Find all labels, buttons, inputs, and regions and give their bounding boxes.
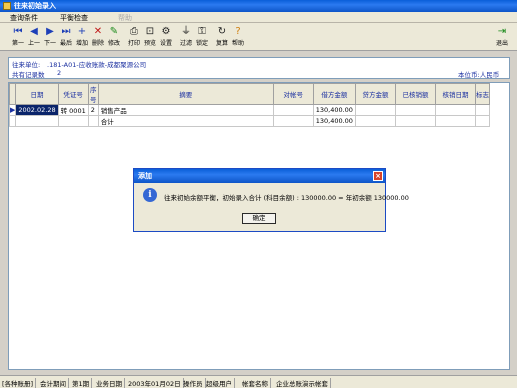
column-header[interactable]: 借方金额 [312, 83, 356, 105]
cell-debit[interactable]: 130,400.00 [312, 115, 356, 127]
cell-account[interactable] [272, 104, 314, 116]
status-account-value: 企业总账演示帐套 [276, 378, 331, 388]
filter-icon: ⏚ [181, 26, 191, 37]
cell-voucher[interactable] [57, 115, 89, 127]
lock-icon: ⚿ [198, 26, 206, 37]
window-title: 往来初始录入 [14, 2, 56, 10]
menu-item-query[interactable]: 查询条件 [10, 13, 38, 23]
status-operator-label: 操作员 [183, 378, 206, 388]
settings-button[interactable]: ⚙ 设置 [158, 25, 174, 49]
status-bar: [各种账册] 会计期间 第1期 业务日期 2003年01月02日 操作员 超级用… [0, 375, 517, 388]
cell-credit[interactable] [354, 104, 396, 116]
cell-settled[interactable] [394, 115, 436, 127]
cell-voucher[interactable]: 转 0001 [57, 104, 89, 116]
status-operator-value: 超级用户 [206, 378, 235, 388]
cell-seq[interactable]: 2 [87, 104, 99, 116]
status-period-label: 会计期间 [40, 378, 69, 388]
edit-icon: ✎ [109, 26, 119, 37]
cell-flag[interactable] [474, 115, 490, 127]
currency-label: 本位币:人民币 [458, 71, 500, 79]
record-count-value: 2 [57, 69, 62, 77]
cell-summary[interactable]: 销售产品 [97, 104, 274, 116]
dialog-title: 添加 [138, 172, 152, 180]
column-header[interactable]: 摘要 [97, 83, 274, 105]
current-row-pointer: ▶ [8, 104, 17, 116]
next-record-icon: ▶ [46, 26, 54, 37]
cell-debit[interactable]: 130,400.00 [312, 104, 356, 116]
last-record-icon: ⏭ [61, 26, 71, 37]
record-count-label: 共有记录数 [12, 71, 45, 79]
cell-date[interactable] [15, 115, 59, 127]
info-panel: 往来单位: .181-A01-应收账款-成都聚源公司 共有记录数 2 本位币:人… [8, 57, 510, 79]
ok-button[interactable]: 确定 [242, 213, 276, 224]
app-icon [3, 2, 11, 10]
menu-bar: 查询条件 平衡检查 帮助 [0, 12, 517, 23]
status-module: [各种账册] [2, 378, 37, 388]
column-header[interactable]: 已核销额 [394, 83, 436, 105]
cell-account[interactable] [272, 115, 314, 127]
unit-value: .181-A01-应收账款-成都聚源公司 [47, 61, 147, 69]
previous-record-icon: ◀ [30, 26, 38, 37]
status-bizdate-label: 业务日期 [96, 378, 125, 388]
preview-icon: ⊡ [145, 26, 155, 37]
cell-seq[interactable] [87, 115, 99, 127]
unit-label: 往来单位: [12, 61, 41, 69]
exit-button[interactable]: ⇥ 退出 [492, 25, 512, 49]
status-bizdate-value: 2003年01月02日 [128, 378, 184, 388]
cell-settle-date[interactable] [434, 104, 476, 116]
menu-item-balance-check[interactable]: 平衡检查 [60, 13, 88, 23]
column-header[interactable]: 对帐号 [272, 83, 314, 105]
add-icon: + [77, 26, 87, 37]
column-header[interactable]: 序号 [87, 83, 99, 105]
close-icon[interactable]: × [373, 171, 383, 181]
entries-table: 日期 凭证号 序号 摘要 对帐号 借方金额 贷方金额 已核销额 核销日期 标志 … [8, 83, 490, 127]
toolbar: ⏮ 第一 ◀ 上一 ▶ 下一 ⏭ 最后 + 增加 ✕ 删除 ✎ 修改 ⎙ 打印 ⊡ 预览 ⚙ 设置 … [0, 23, 517, 51]
status-period-value: 第1期 [72, 378, 93, 388]
column-header[interactable]: 标志 [474, 83, 490, 105]
info-icon: i [143, 188, 157, 202]
window-titlebar: 往来初始录入 [0, 0, 517, 12]
dialog-titlebar: 添加 × [134, 169, 385, 183]
cell-date[interactable]: 2002.02.28 [15, 104, 59, 116]
help-icon: ? [235, 26, 241, 37]
delete-icon: ✕ [93, 26, 103, 37]
first-record-icon: ⏮ [13, 26, 23, 37]
table-row[interactable]: 合计 130,400.00 [8, 115, 490, 127]
recalculate-icon: ↻ [217, 26, 227, 37]
menu-item-help[interactable]: 帮助 [118, 13, 132, 23]
column-header[interactable]: 日期 [15, 83, 59, 105]
cell-credit[interactable] [354, 115, 396, 127]
table-header-row: 日期 凭证号 序号 摘要 对帐号 借方金额 贷方金额 已核销额 核销日期 标志 [8, 83, 490, 105]
exit-icon: ⇥ [497, 26, 507, 37]
settings-icon: ⚙ [161, 26, 171, 37]
edit-button[interactable]: ✎ 修改 [106, 25, 122, 49]
print-icon: ⎙ [130, 26, 138, 37]
dialog-message: 往来初始余额平衡，初始录入合计 (科目余额) : 130000.00 = 年初余… [164, 194, 409, 202]
status-account-label: 帐套名称 [242, 378, 271, 388]
help-button[interactable]: ? 帮助 [230, 25, 246, 49]
lock-button[interactable]: ⚿ 锁定 [194, 25, 210, 49]
cell-summary[interactable]: 合计 [97, 115, 274, 127]
column-header[interactable]: 核销日期 [434, 83, 476, 105]
cell-settle-date[interactable] [434, 115, 476, 127]
table-row[interactable]: ▶ 2002.02.28 转 0001 2 销售产品 130,400.00 [8, 104, 490, 116]
column-header[interactable]: 贷方金额 [354, 83, 396, 105]
message-dialog: 添加 × i 往来初始余额平衡，初始录入合计 (科目余额) : 130000.0… [133, 168, 409, 232]
cell-settled[interactable] [394, 104, 436, 116]
cell-flag[interactable] [474, 104, 490, 116]
column-header[interactable]: 凭证号 [57, 83, 89, 105]
